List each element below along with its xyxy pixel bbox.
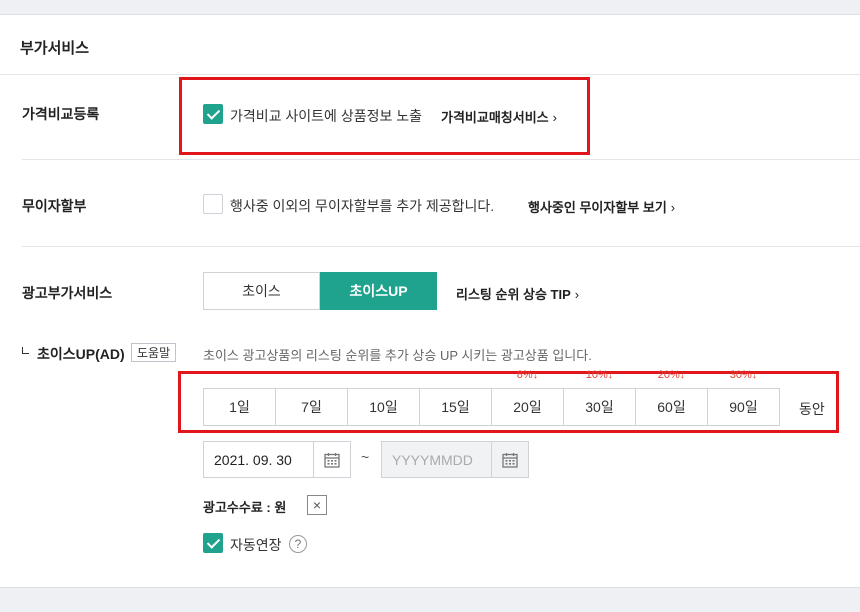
tip-link-label: 리스팅 순위 상승 TIP	[456, 287, 571, 302]
chevron-right-icon: ›	[574, 287, 580, 302]
duration-10d[interactable]: 10일	[347, 388, 420, 426]
choice-up-description: 초이스 광고상품의 리스팅 순위를 추가 상승 UP 시키는 광고상품 입니다.	[203, 348, 592, 363]
discount-label: 8%↓	[516, 369, 539, 381]
price-compare-link-label: 가격비교매칭서비스	[441, 110, 549, 125]
auto-extend-label: 자동연장	[230, 537, 282, 553]
duration-15d[interactable]: 15일	[419, 388, 492, 426]
ad-fee-label: 광고수수료 : 원	[203, 500, 287, 515]
installment-link[interactable]: 행사중인 무이자할부 보기 ›	[528, 197, 675, 216]
chevron-right-icon: ›	[670, 200, 676, 215]
duration-suffix: 동안	[799, 401, 825, 417]
duration-options: 1일 7일 10일 15일 8%↓ 20일 10%↓ 30일 20%↓ 60일 30%…	[203, 369, 780, 426]
calendar-icon[interactable]	[491, 442, 528, 477]
date-separator: ~	[361, 449, 370, 465]
duration-90d[interactable]: 30%↓ 90일	[707, 369, 780, 426]
option-choice-up[interactable]: 초이스UP	[320, 272, 437, 310]
auto-extend-checkbox[interactable]	[203, 533, 223, 553]
question-icon[interactable]: ?	[289, 535, 307, 553]
end-date-input[interactable]: YYYYMMDD	[381, 441, 529, 478]
close-icon[interactable]: ×	[307, 495, 327, 515]
choice-up-label: 초이스UP(AD)	[37, 346, 125, 362]
help-button[interactable]: 도움말	[131, 343, 177, 362]
discount-label: 20%↓	[657, 369, 686, 381]
start-date-value: 2021. 09. 30	[214, 451, 292, 468]
duration-label: 60일	[657, 399, 686, 415]
installment-text: 행사중 이외의 무이자할부를 추가 제공합니다.	[230, 198, 495, 214]
duration-label: 30일	[585, 399, 614, 415]
price-compare-link[interactable]: 가격비교매칭서비스 ›	[441, 107, 557, 126]
duration-label: 20일	[513, 399, 542, 415]
sub-item-marker	[22, 347, 29, 354]
divider	[22, 246, 860, 247]
calendar-icon[interactable]	[313, 442, 350, 477]
duration-30d[interactable]: 10%↓ 30일	[563, 369, 636, 426]
ad-service-label: 광고부가서비스	[22, 285, 113, 301]
discount-label: 30%↓	[729, 369, 758, 381]
installment-link-label: 행사중인 무이자할부 보기	[528, 200, 667, 215]
discount-label: 10%↓	[585, 369, 614, 381]
start-date-input[interactable]: 2021. 09. 30	[203, 441, 351, 478]
duration-label: 15일	[441, 399, 470, 415]
duration-20d[interactable]: 8%↓ 20일	[491, 369, 564, 426]
price-compare-text: 가격비교 사이트에 상품정보 노출	[230, 108, 422, 124]
duration-label: 1일	[229, 399, 250, 415]
duration-60d[interactable]: 20%↓ 60일	[635, 369, 708, 426]
divider	[0, 74, 860, 75]
installment-checkbox[interactable]	[203, 194, 223, 214]
option-choice[interactable]: 초이스	[203, 272, 320, 310]
divider	[22, 159, 860, 160]
installment-label: 무이자할부	[22, 198, 87, 214]
duration-label: 7일	[301, 399, 322, 415]
end-date-placeholder: YYYYMMDD	[392, 451, 473, 468]
section-title: 부가서비스	[20, 40, 90, 57]
duration-7d[interactable]: 7일	[275, 388, 348, 426]
price-compare-checkbox[interactable]	[203, 104, 223, 124]
duration-label: 10일	[369, 399, 398, 415]
tip-link[interactable]: 리스팅 순위 상승 TIP ›	[456, 284, 579, 303]
price-compare-label: 가격비교등록	[22, 106, 100, 122]
chevron-right-icon: ›	[552, 110, 557, 125]
duration-1d[interactable]: 1일	[203, 388, 276, 426]
duration-label: 90일	[729, 399, 758, 415]
